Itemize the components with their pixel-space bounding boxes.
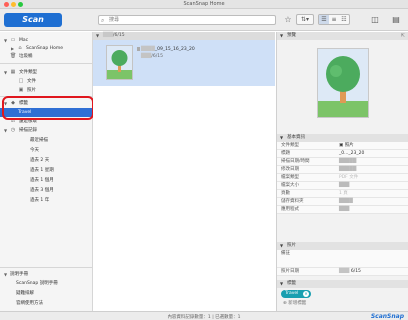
prop-row: 檔案大小 ███ xyxy=(277,182,408,190)
prop-row: 文件類型 ▣ 照片 xyxy=(277,142,408,150)
highlight-annotation xyxy=(2,96,94,120)
redacted-block: ███ xyxy=(141,54,152,59)
group-header: ▼ ███ /6/15 xyxy=(93,32,275,40)
inspector-icon[interactable]: ◫ xyxy=(370,14,380,25)
file-name: ████_09_15_16_23_20 xyxy=(141,47,195,52)
doc-type-select[interactable]: ▣ 照片 xyxy=(339,142,354,149)
status-text: 內容資料記錄數量：1 | 已選數量：1 xyxy=(167,315,241,320)
toolbar: Scan ⌕ ☆ ⇅▾ ☰≡☷ ◫ ▤ xyxy=(0,9,408,31)
help-link-troubleshoot[interactable]: 疑難排解 xyxy=(0,289,93,298)
search-input[interactable] xyxy=(109,16,269,24)
prop-row: 照片日期 ███ 6/15 xyxy=(277,268,408,276)
sort-dropdown[interactable]: ⇅▾ xyxy=(296,14,314,25)
prop-row: 頁數 1 頁 xyxy=(277,190,408,198)
photo-icon: ▣ xyxy=(18,87,24,93)
divider xyxy=(0,63,93,64)
remove-tag-icon[interactable]: ✕ xyxy=(303,291,309,297)
collapse-arrow-icon[interactable]: ▼ xyxy=(280,280,283,288)
sidebar-item-last1month[interactable]: 過去 1 個月 xyxy=(0,176,93,185)
inspector-panel: ▼ 預覽 ⇱ ▼ 基本資訊 文件類型 ▣ 照片 標題 _0..._23_20 掃… xyxy=(276,32,408,311)
view-grid-icon[interactable]: ☷ xyxy=(339,15,349,24)
scan-button[interactable]: Scan xyxy=(4,13,62,27)
photo-date-field[interactable]: ███ 6/15 xyxy=(339,268,361,275)
redacted-value: ███ xyxy=(339,207,350,212)
title-field[interactable]: _0..._23_20 xyxy=(339,150,364,157)
prop-row: 檔案類型 PDF 文件 xyxy=(277,174,408,182)
redacted-value: ███ xyxy=(339,183,350,188)
help-section-header[interactable]: ▼ 說明手冊 xyxy=(0,270,93,279)
sidebar-item-trash[interactable]: 🗑 垃圾桶 xyxy=(0,52,93,61)
sidebar-item-last1week[interactable]: 過去 1 星期 xyxy=(0,166,93,175)
collapse-arrow-icon[interactable]: ▼ xyxy=(280,134,283,142)
preview-image xyxy=(317,48,369,118)
sidebar: ▼ ▭ Mac ▶ ⌂ ScanSnap Home 🗑 垃圾桶 ▼ ▦ 文件類型… xyxy=(0,32,93,311)
sidebar-item-doc-type[interactable]: ▼ ▦ 文件類型 xyxy=(0,68,93,77)
expand-preview-icon[interactable]: ⇱ xyxy=(401,32,405,40)
view-mode-switch: ☰ ≡ ☷ xyxy=(318,14,350,25)
help-link-manual[interactable]: ScanSnap 說明手冊 xyxy=(0,279,93,288)
prop-row: 掃描日期/時間 █████ xyxy=(277,158,408,166)
prop-row: 備註 xyxy=(277,250,408,268)
redacted-value: ████ xyxy=(339,199,353,204)
tags-section-header[interactable]: ▼ 標籤 xyxy=(277,280,408,288)
clock-icon: ◷ xyxy=(10,127,16,133)
divider xyxy=(0,267,93,268)
tree-picture-icon xyxy=(318,49,368,117)
collapse-arrow-icon[interactable]: ▼ xyxy=(280,242,283,250)
redacted-block: ███ xyxy=(339,269,351,274)
sort-icon: ⇅▾ xyxy=(300,16,310,23)
file-date: ███/6/15 xyxy=(141,54,164,59)
list-item[interactable]: ████_09_15_16_23_20 ███/6/15 xyxy=(93,40,275,86)
search-box[interactable]: ⌕ xyxy=(98,15,276,25)
photo-section-header[interactable]: ▼ 照片 xyxy=(277,242,408,250)
sidebar-item-photos[interactable]: ▣ 照片 xyxy=(0,86,93,95)
photo-thumbnail xyxy=(106,45,133,80)
search-icon: ⌕ xyxy=(101,17,105,24)
tree-picture-icon xyxy=(107,46,132,79)
sidebar-item-today[interactable]: 今天 xyxy=(0,146,93,155)
prop-row: 修改日期 █████ xyxy=(277,166,408,174)
redacted-block: ████ xyxy=(141,47,155,52)
prop-row: 儲存資料夾 ████ xyxy=(277,198,408,206)
view-detail-icon[interactable]: ≡ xyxy=(329,15,339,24)
tag-chip-travel[interactable]: Travel ✕ xyxy=(281,290,311,298)
star-icon[interactable]: ☆ xyxy=(283,14,293,25)
scansnap-logo: ScanSnap xyxy=(370,313,404,320)
document-icon: □ xyxy=(18,78,24,84)
content-list: ▼ ███ /6/15 ████_09_15_16_23_20 ███/6/15 xyxy=(93,32,275,311)
sidebar-item-last3months[interactable]: 過去 3 個月 xyxy=(0,186,93,195)
prop-row: 標題 _0..._23_20 xyxy=(277,150,408,158)
group-date: /6/15 xyxy=(113,33,125,38)
collapse-arrow-icon[interactable]: ▼ xyxy=(280,32,283,40)
basic-info-section-header[interactable]: ▼ 基本資訊 xyxy=(277,134,408,142)
view-list-icon[interactable]: ☰ xyxy=(319,15,329,24)
title-bar: ScanSnap Home xyxy=(0,0,408,9)
add-tag-button[interactable]: ⊕ 新增標籤 xyxy=(283,300,306,306)
preview-section-header[interactable]: ▼ 預覽 ⇱ xyxy=(277,32,408,40)
window-title: ScanSnap Home xyxy=(183,1,225,7)
pdf-badge-icon xyxy=(137,47,140,51)
sidebar-item-last2days[interactable]: 過去 2 天 xyxy=(0,156,93,165)
redacted-block: ███ xyxy=(103,33,114,38)
help-link-usage[interactable]: 官網使用方法 xyxy=(0,299,93,308)
expand-arrow-icon[interactable]: ▼ xyxy=(3,68,8,77)
folder-icon: ▦ xyxy=(10,69,16,75)
expand-arrow-icon[interactable]: ▼ xyxy=(3,126,8,135)
collapse-arrow-icon[interactable]: ▼ xyxy=(96,32,99,40)
status-bar: 內容資料記錄數量：1 | 已選數量：1 ScanSnap xyxy=(0,311,408,320)
redacted-value: █████ xyxy=(339,159,357,164)
panel-icon[interactable]: ▤ xyxy=(390,14,402,25)
redacted-value: █████ xyxy=(339,167,357,172)
trash-icon: 🗑 xyxy=(10,53,17,59)
expand-arrow-icon[interactable]: ▼ xyxy=(3,270,8,279)
sidebar-item-docs[interactable]: □ 文件 xyxy=(0,77,93,86)
sidebar-item-recent[interactable]: 最近掃描 xyxy=(0,136,93,145)
sidebar-item-scan-history[interactable]: ▼ ◷ 掃描記錄 xyxy=(0,126,93,135)
sidebar-item-last1year[interactable]: 過去 1 年 xyxy=(0,196,93,205)
prop-row: 應用程式 ███ xyxy=(277,206,408,214)
